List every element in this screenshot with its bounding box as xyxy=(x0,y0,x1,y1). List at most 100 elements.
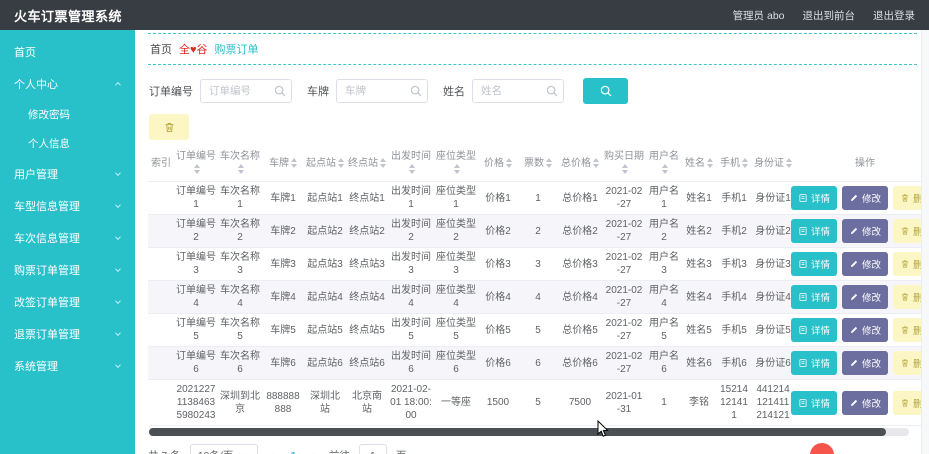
sort-carets-icon[interactable] xyxy=(194,164,200,175)
edit-button[interactable]: 修改 xyxy=(842,390,889,415)
detail-button[interactable]: 详情 xyxy=(790,219,837,243)
sort-carets-icon[interactable] xyxy=(506,157,512,168)
batch-delete-button[interactable] xyxy=(149,114,189,140)
table-cell: 2 xyxy=(518,214,558,248)
detail-button[interactable]: 详情 xyxy=(790,252,837,276)
edit-button[interactable]: 修改 xyxy=(842,351,889,375)
sort-carets-icon[interactable] xyxy=(238,164,244,175)
edit-button[interactable]: 修改 xyxy=(842,219,889,243)
sort-carets-icon[interactable] xyxy=(786,157,792,168)
table-cell: 终点站5 xyxy=(346,313,388,347)
column-header-label: 终点站 xyxy=(348,157,378,169)
table-row: 202122711384635980243 深圳到北京 888888888 深圳北站北… xyxy=(148,379,929,426)
sort-carets-icon[interactable] xyxy=(454,164,460,175)
column-header[interactable]: 姓名 xyxy=(682,145,716,182)
edit-button[interactable]: 修改 xyxy=(842,252,889,276)
column-header[interactable]: 车次名称 xyxy=(218,145,262,182)
detail-button[interactable]: 详情 xyxy=(790,285,837,309)
sort-carets-icon[interactable] xyxy=(338,157,344,168)
sort-carets-icon[interactable] xyxy=(742,157,748,168)
app-window: 火车订票管理系统 管理员 abo 退出到前台 退出登录 首页 个人中心 修改密码 个人… xyxy=(0,0,929,454)
column-header[interactable]: 座位类型 xyxy=(434,145,478,182)
sidebar-item-3[interactable]: 用户管理 xyxy=(0,158,135,190)
edit-button[interactable]: 修改 xyxy=(842,285,889,309)
main-layout: 首页 个人中心 修改密码 个人信息 用户管理 车型信息管理 车次信息管理 购票订单管理 改签订单… xyxy=(0,30,929,454)
column-header-label: 总价格 xyxy=(561,157,591,169)
column-header[interactable]: 票数 xyxy=(518,145,558,182)
row-actions: 详情修改删除 xyxy=(790,351,929,375)
column-header[interactable]: 车牌 xyxy=(262,145,304,182)
goto-page-input[interactable] xyxy=(358,444,387,454)
table-cell: 李铭 xyxy=(682,379,716,426)
table-cell xyxy=(148,346,174,380)
pagination-bar: 共 7 条 10条/页 ‹ 1 › 前往 页 xyxy=(148,444,917,454)
sort-carets-icon[interactable] xyxy=(409,164,415,175)
sort-carets-icon[interactable] xyxy=(380,157,386,168)
column-header[interactable]: 总价格 xyxy=(558,145,602,182)
column-header[interactable]: 身份证 xyxy=(752,145,794,182)
table-cell: 价格4 xyxy=(478,280,518,314)
trash-icon xyxy=(901,227,909,235)
detail-button[interactable]: 详情 xyxy=(790,390,837,415)
page-size-select[interactable]: 10条/页 xyxy=(189,444,259,454)
search-button[interactable] xyxy=(583,78,628,104)
sort-carets-icon[interactable] xyxy=(662,164,668,175)
column-header[interactable]: 出发时间 xyxy=(388,145,434,182)
pencil-icon xyxy=(850,194,858,202)
sort-carets-icon[interactable] xyxy=(546,157,552,168)
edit-button-label: 修改 xyxy=(862,359,882,370)
sidebar-item-8[interactable]: 退票订单管理 xyxy=(0,318,135,350)
sort-carets-icon[interactable] xyxy=(707,157,713,168)
table-cell: 车次名称4 xyxy=(218,280,262,314)
orders-table: 索引 订单编号 车次名称 车牌 起点站 终点站 出发时间 座位类型 价格 票数 总价格 购买日期 用户名… xyxy=(148,145,929,426)
table-cell: 终点站2 xyxy=(346,214,388,248)
chevron-up-icon xyxy=(115,81,121,86)
column-header[interactable]: 手机 xyxy=(716,145,752,182)
sidebar-item-1[interactable]: 首页 xyxy=(0,36,135,68)
next-page-button[interactable]: › xyxy=(309,448,319,454)
sidebar-item-7[interactable]: 改签订单管理 xyxy=(0,286,135,318)
exit-to-front-link[interactable]: 退出到前台 xyxy=(803,8,856,23)
prev-page-button[interactable]: ‹ xyxy=(267,448,277,454)
sidebar-item-2[interactable]: 个人中心 xyxy=(0,68,135,100)
table-cell: 15214121411 xyxy=(716,379,752,426)
edit-button-label: 修改 xyxy=(862,293,882,304)
sort-carets-icon[interactable] xyxy=(593,157,599,168)
chevron-down-icon xyxy=(115,300,121,305)
sidebar-subitem[interactable]: 修改密码 xyxy=(0,100,135,129)
column-header[interactable]: 购买日期 xyxy=(602,145,646,182)
table-cell xyxy=(148,181,174,215)
actions-cell: 详情修改删除 xyxy=(790,280,929,314)
table-cell: 出发时间3 xyxy=(388,247,434,281)
sort-carets-icon[interactable] xyxy=(291,157,297,168)
column-header[interactable]: 终点站 xyxy=(346,145,388,182)
vertical-scrollbar-track[interactable] xyxy=(921,30,929,454)
column-header[interactable]: 价格 xyxy=(478,145,518,182)
trash-icon xyxy=(164,122,174,132)
sidebar-subitem[interactable]: 个人信息 xyxy=(0,129,135,158)
table-cell: 座位类型5 xyxy=(434,313,478,347)
sidebar-item-9[interactable]: 系统管理 xyxy=(0,350,135,382)
sidebar-item-6[interactable]: 购票订单管理 xyxy=(0,254,135,286)
breadcrumb-home[interactable]: 首页 xyxy=(150,41,172,57)
column-header[interactable]: 起点站 xyxy=(304,145,346,182)
detail-button[interactable]: 详情 xyxy=(790,318,837,342)
table-cell: 价格2 xyxy=(478,214,518,248)
breadcrumb-current[interactable]: 购票订单 xyxy=(215,41,259,57)
edit-button[interactable]: 修改 xyxy=(842,186,889,210)
sidebar-item-5[interactable]: 车次信息管理 xyxy=(0,222,135,254)
horizontal-scrollbar-thumb[interactable] xyxy=(149,428,887,436)
horizontal-scrollbar-track[interactable] xyxy=(149,428,909,436)
sort-carets-icon[interactable] xyxy=(622,164,628,175)
column-header[interactable]: 用户名 xyxy=(646,145,682,182)
table-cell xyxy=(148,214,174,248)
detail-button[interactable]: 详情 xyxy=(790,186,837,210)
column-header[interactable]: 订单编号 xyxy=(174,145,218,182)
logout-link[interactable]: 退出登录 xyxy=(873,8,915,23)
table-cell: 订单编号3 xyxy=(174,247,218,281)
content-area: 首页 全♥谷 购票订单 订单编号车牌姓名 索引订单编号车次名称车牌起点站终点站出… xyxy=(135,30,929,454)
page-number-button[interactable]: 1 xyxy=(287,450,301,454)
sidebar-item-4[interactable]: 车型信息管理 xyxy=(0,190,135,222)
edit-button[interactable]: 修改 xyxy=(842,318,889,342)
detail-button[interactable]: 详情 xyxy=(790,351,837,375)
